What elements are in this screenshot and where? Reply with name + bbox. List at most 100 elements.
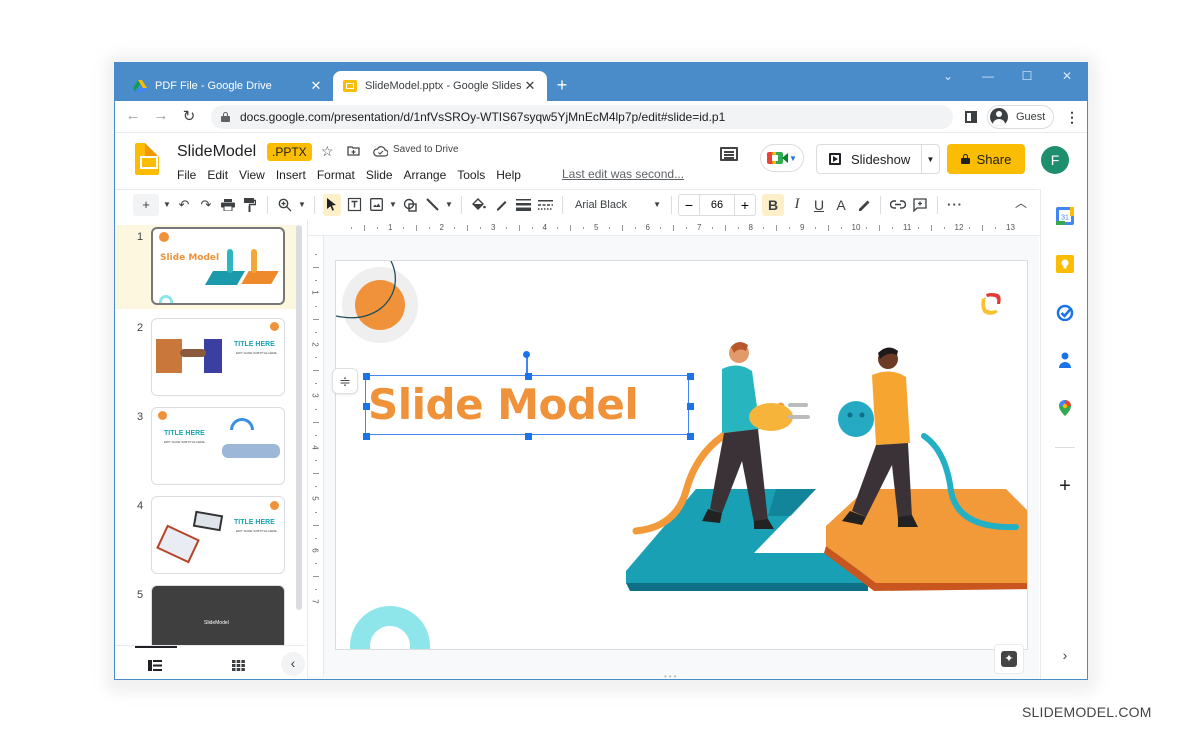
- menu-arrange[interactable]: Arrange: [404, 168, 447, 182]
- menu-file[interactable]: File: [177, 168, 196, 182]
- speaker-notes-drag-handle[interactable]: •••: [664, 672, 678, 679]
- text-color-button[interactable]: A: [832, 194, 850, 216]
- select-cursor-icon[interactable]: [323, 193, 341, 216]
- text-box-icon[interactable]: [345, 194, 363, 216]
- google-calendar-icon[interactable]: 31: [1056, 207, 1074, 225]
- reload-icon[interactable]: ↻: [179, 107, 199, 125]
- image-dropdown-icon[interactable]: ▼: [389, 194, 397, 216]
- add-comment-icon[interactable]: [911, 194, 929, 216]
- menu-slide[interactable]: Slide: [366, 168, 393, 182]
- border-color-icon[interactable]: [492, 194, 510, 216]
- google-contacts-icon[interactable]: [1056, 351, 1074, 369]
- back-icon[interactable]: ←: [123, 107, 143, 124]
- slideshow-dropdown-icon[interactable]: ▼: [921, 145, 939, 173]
- tab-google-drive[interactable]: PDF File - Google Drive ✕: [123, 71, 333, 101]
- close-tab-icon[interactable]: ✕: [523, 78, 537, 94]
- slide-thumbnail-4[interactable]: 4 TITLE HERE EDIT SLIDE SUBTITLE HERE: [115, 494, 297, 582]
- menu-view[interactable]: View: [239, 168, 265, 182]
- forward-icon[interactable]: →: [151, 107, 171, 124]
- ruler-tick: [531, 227, 533, 229]
- menu-insert[interactable]: Insert: [276, 168, 306, 182]
- resize-handle[interactable]: [524, 432, 532, 440]
- slide-number: 1: [137, 231, 144, 243]
- move-to-folder-icon[interactable]: [347, 143, 360, 159]
- account-avatar[interactable]: F: [1041, 146, 1069, 174]
- redo-icon[interactable]: ↷: [197, 194, 215, 216]
- google-tasks-icon[interactable]: [1056, 303, 1074, 322]
- maximize-icon[interactable]: ☐: [1017, 69, 1037, 83]
- filmstrip-scrollbar[interactable]: [296, 225, 302, 610]
- tablet-decor: [156, 524, 200, 564]
- bold-button[interactable]: B: [762, 193, 784, 216]
- increase-font-size-button[interactable]: +: [735, 197, 755, 213]
- undo-icon[interactable]: ↶: [175, 194, 193, 216]
- paint-format-icon[interactable]: [241, 194, 259, 216]
- document-title[interactable]: SlideModel: [177, 143, 256, 161]
- star-icon[interactable]: ☆: [321, 143, 334, 160]
- print-icon[interactable]: [219, 194, 237, 216]
- slide-canvas[interactable]: Slide Model: [335, 260, 1028, 650]
- grid-view-icon[interactable]: [232, 658, 245, 676]
- menu-tools[interactable]: Tools: [457, 168, 485, 182]
- insert-image-icon[interactable]: [367, 194, 385, 216]
- decrease-font-size-button[interactable]: −: [679, 197, 699, 213]
- font-size-input[interactable]: 66: [699, 194, 735, 215]
- more-options-icon[interactable]: ···: [946, 194, 964, 216]
- line-icon[interactable]: [423, 194, 441, 216]
- google-keep-icon[interactable]: [1056, 255, 1074, 273]
- share-button[interactable]: Share: [947, 144, 1025, 174]
- fill-color-icon[interactable]: [470, 194, 488, 216]
- slide-thumbnail-3[interactable]: 3 TITLE HERE EDIT SLIDE SUBTITLE HERE: [115, 405, 297, 493]
- italic-button[interactable]: I: [788, 194, 806, 216]
- profile-button[interactable]: Guest: [987, 105, 1055, 129]
- ruler-tick: [724, 225, 726, 231]
- get-add-ons-plus-icon[interactable]: +: [1056, 476, 1074, 496]
- vertical-ruler[interactable]: 1 2 3 4 5 6 7: [308, 236, 324, 676]
- google-slides-logo-icon[interactable]: [135, 143, 159, 175]
- ruler-tick: [315, 408, 317, 410]
- tab-google-slides[interactable]: SlideModel.pptx - Google Slides ✕: [333, 71, 547, 101]
- last-edit-link[interactable]: Last edit was second...: [562, 167, 684, 181]
- menu-help[interactable]: Help: [496, 168, 521, 182]
- comment-history-button[interactable]: [720, 147, 738, 163]
- new-slide-layout-dropdown-icon[interactable]: ▼: [163, 194, 171, 216]
- minimize-icon[interactable]: —: [978, 69, 998, 83]
- new-tab-button[interactable]: +: [551, 75, 573, 96]
- insert-link-icon[interactable]: [889, 194, 907, 216]
- browser-menu-icon[interactable]: ⋮: [1065, 109, 1079, 126]
- autofit-toggle-icon[interactable]: ≑: [332, 368, 358, 394]
- horizontal-ruler[interactable]: 1 2 3 4 5 6 7 8 9 10 11 12 13: [330, 220, 1040, 236]
- zoom-icon[interactable]: [276, 194, 294, 216]
- google-maps-icon[interactable]: [1056, 399, 1074, 417]
- collapse-filmstrip-chevron-left-icon[interactable]: ‹: [281, 652, 305, 676]
- new-slide-icon[interactable]: +: [133, 193, 159, 216]
- slide-thumbnail-5[interactable]: 5 SlideModel: [115, 583, 297, 645]
- border-dash-icon[interactable]: [536, 194, 554, 216]
- menu-edit[interactable]: Edit: [207, 168, 228, 182]
- menu-format[interactable]: Format: [317, 168, 355, 182]
- explore-button[interactable]: ✦: [994, 644, 1024, 674]
- border-weight-icon[interactable]: [514, 194, 532, 216]
- url-input[interactable]: docs.google.com/presentation/d/1nfVsSROy…: [211, 105, 953, 129]
- rotate-handle[interactable]: [523, 351, 530, 358]
- tab-search-icon[interactable]: ⌄: [938, 69, 958, 83]
- meet-button[interactable]: ▼: [760, 144, 804, 172]
- resize-handle[interactable]: [362, 432, 370, 440]
- underline-button[interactable]: U: [810, 194, 828, 216]
- highlight-color-icon[interactable]: [854, 194, 872, 216]
- zoom-dropdown-icon[interactable]: ▼: [298, 194, 306, 216]
- line-dropdown-icon[interactable]: ▼: [445, 194, 453, 216]
- cloud-saved-icon[interactable]: [373, 144, 389, 160]
- shape-icon[interactable]: [401, 194, 419, 216]
- show-side-panel-chevron-right-icon[interactable]: ›: [1056, 647, 1074, 665]
- slide-thumbnail-1[interactable]: 1 Slide Model: [115, 225, 297, 309]
- filmstrip-view-icon[interactable]: [148, 658, 162, 676]
- hide-menus-chevron-up-icon[interactable]: ︿: [1015, 194, 1027, 211]
- font-family-select[interactable]: Arial Black ▼: [569, 199, 665, 211]
- window-close-icon[interactable]: ✕: [1057, 69, 1077, 83]
- slideshow-button[interactable]: Slideshow ▼: [816, 144, 940, 174]
- close-tab-icon[interactable]: ✕: [309, 78, 323, 94]
- google-slides-icon: [343, 80, 357, 92]
- side-panel-icon[interactable]: [965, 111, 977, 123]
- slide-thumbnail-2[interactable]: 2 TITLE HERE EDIT SLIDE SUBTITLE HERE: [115, 316, 297, 404]
